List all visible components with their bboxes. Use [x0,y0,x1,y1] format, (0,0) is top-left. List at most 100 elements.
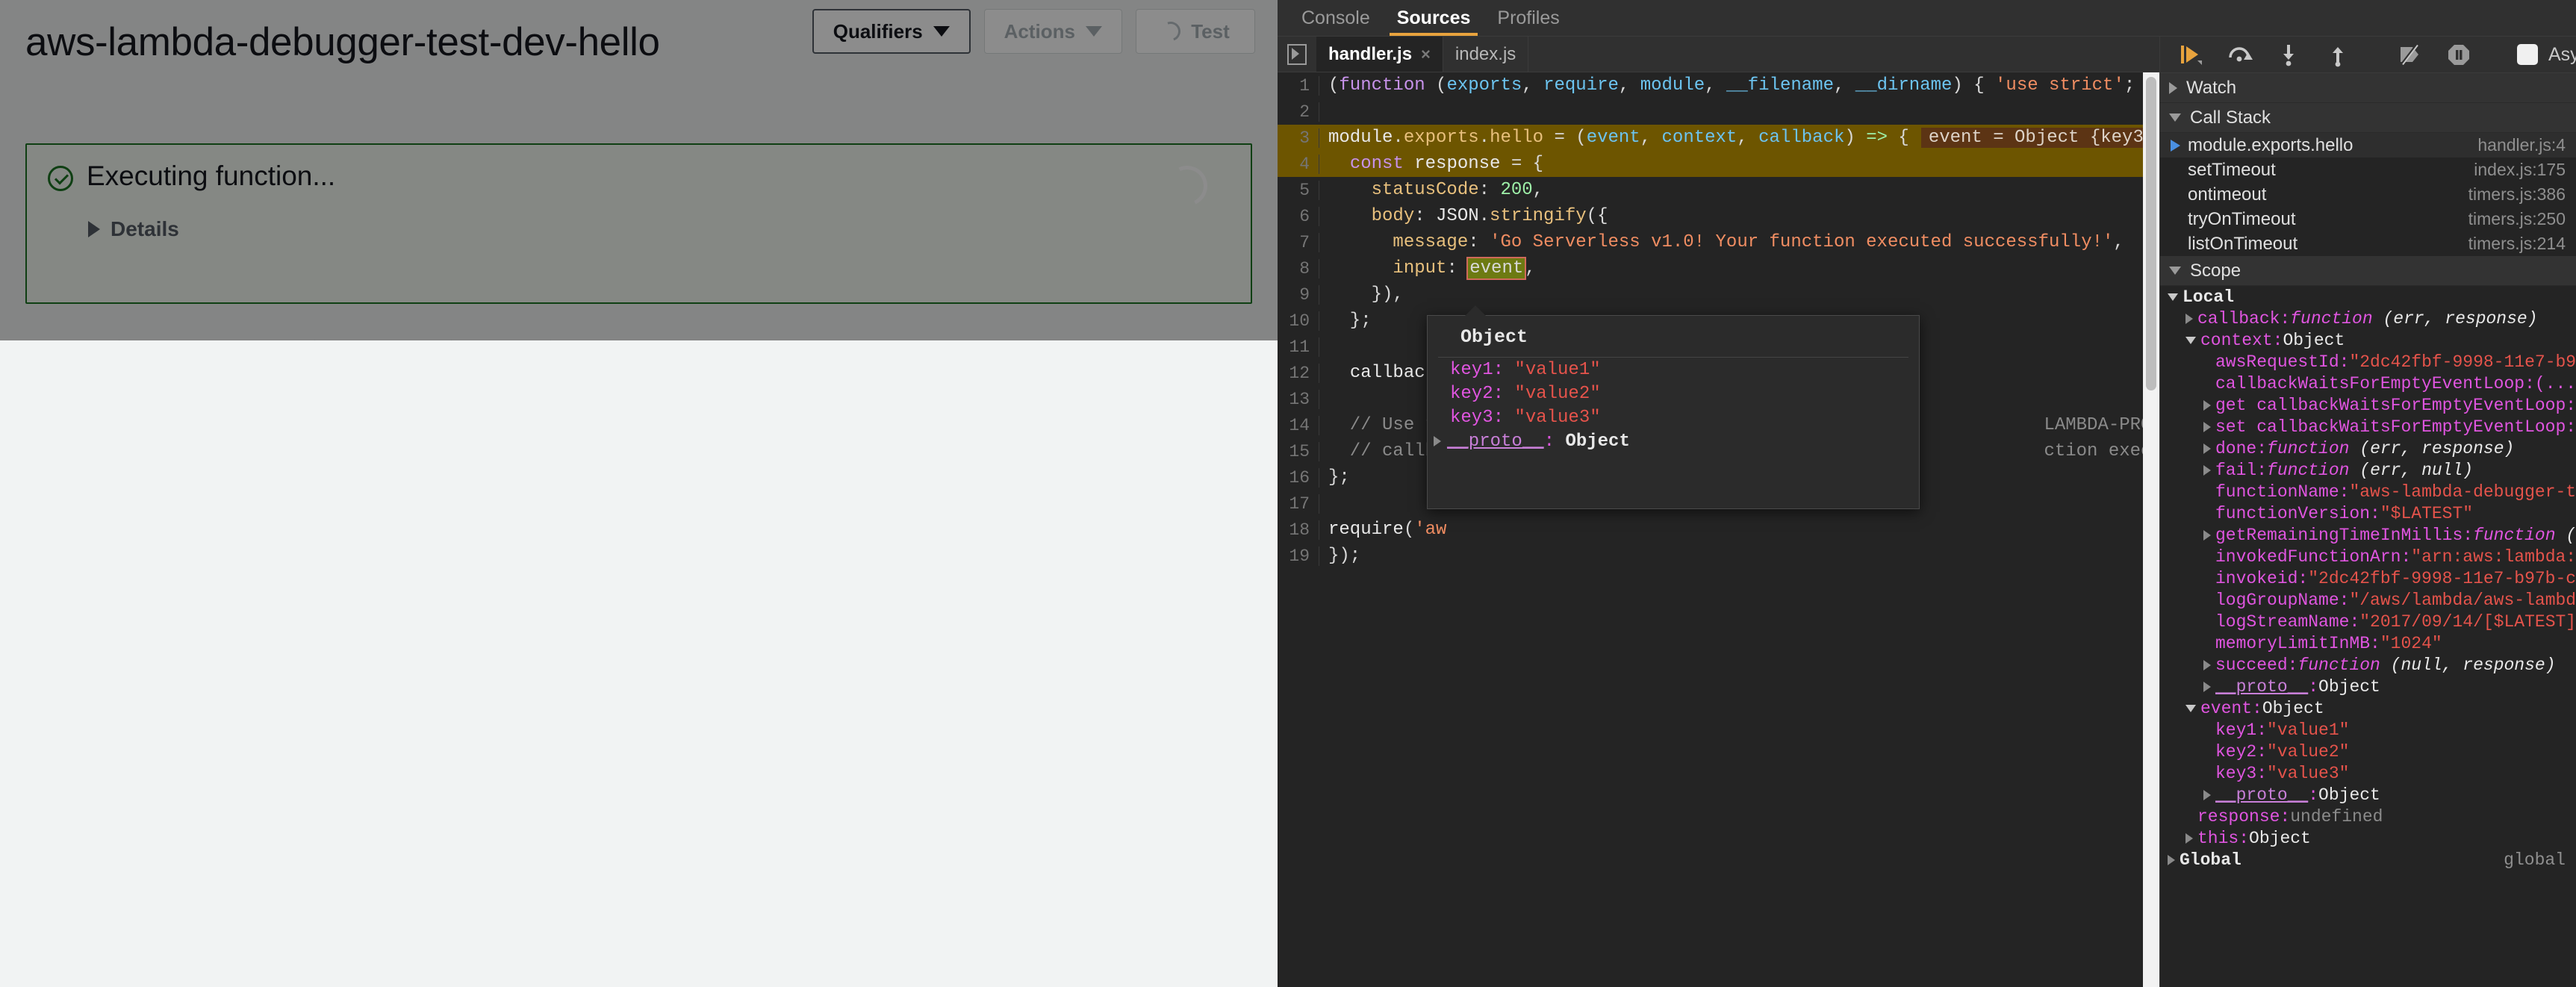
triangle-right-icon[interactable] [2203,659,2211,670]
scope-row[interactable]: get callbackWaitsForEmptyEventLoop: [2160,394,2576,416]
show-navigator-button[interactable] [1278,37,1316,72]
inline-value-hint: event = Object {key3: "va [1920,128,2159,148]
test-button[interactable]: Test [1136,9,1255,54]
details-toggle[interactable]: Details [88,217,1230,241]
scope-row[interactable]: logGroupName: "/aws/lambda/aws-lambd [2160,589,2576,611]
scope-row[interactable]: done: function (err, response) [2160,438,2576,459]
file-tab-index-js[interactable]: index.js [1443,37,1529,72]
scope-row[interactable]: invokedFunctionArn: "arn:aws:lambda: [2160,546,2576,567]
triangle-right-icon[interactable] [2203,464,2211,476]
scope-row[interactable]: getRemainingTimeInMillis: function ( [2160,524,2576,546]
stack-frame-row[interactable]: listOnTimeout timers.js:214 [2160,231,2576,256]
scope-row[interactable]: key1: "value1" [2160,719,2576,741]
scope-row[interactable]: __proto__: Object [2160,784,2576,806]
tab-tags-label: Tags [476,355,526,381]
scope-row[interactable]: functionName: "aws-lambda-debugger-t [2160,481,2576,502]
popover-row: key2: "value2" [1450,383,1601,404]
line-content: }); [1328,546,1361,566]
async-checkbox[interactable]: Async [2517,44,2576,66]
qualifiers-button[interactable]: Qualifiers [812,9,971,54]
scope-row[interactable]: key2: "value2" [2160,741,2576,762]
step-over-icon[interactable] [2226,41,2253,68]
scope-row-name: callbackWaitsForEmptyEventLoop [2215,373,2525,393]
triangle-right-icon[interactable] [2203,681,2211,692]
tab-sources[interactable]: Sources [1384,0,1484,36]
triangle-right-icon[interactable] [2203,443,2211,454]
tab-configuration[interactable]: Configuration [119,340,315,397]
scope-row[interactable]: callback: function (err, response) [2160,308,2576,329]
async-label: Async [2548,43,2576,65]
scope-row[interactable]: this: Object [2160,827,2576,849]
tab-console[interactable]: Console [1288,0,1384,36]
actions-button[interactable]: Actions [983,9,1122,54]
close-icon[interactable]: × [1421,45,1431,64]
deactivate-breakpoints-icon[interactable] [2396,41,2423,68]
triangle-right-icon[interactable] [2168,854,2175,865]
editor-vertical-scrollbar[interactable] [1194,591,1210,987]
scope-row[interactable]: set callbackWaitsForEmptyEventLoop: [2160,416,2576,438]
scope-row[interactable]: context: Object [2160,329,2576,351]
stack-frame-row[interactable]: ontimeout timers.js:386 [2160,182,2576,207]
scope-row-separator: : [2256,720,2268,740]
inline-code-editor[interactable]: 1 'use strict'; 2 3 module.exports.hello =… [69,591,1210,987]
scope-row[interactable]: awsRequestId: "2dc42fbf-9998-11e7-b97 [2160,351,2576,373]
stack-frame-name: listOnTimeout [2188,233,2298,254]
triangle-right-icon[interactable] [2203,421,2211,432]
code-entry-type-value: Edit code inline [75,506,217,529]
scope-row-value: "value2" [2267,741,2350,762]
scope-row[interactable]: Global global [2160,849,2576,871]
hovered-token[interactable]: event [1466,257,1527,280]
triangle-right-icon[interactable] [2203,529,2211,541]
source-code-view[interactable]: 1 (function (exports, require, module, __… [1278,72,2159,987]
tab-monitoring[interactable]: Monitoring [551,340,715,397]
tab-profiles[interactable]: Profiles [1484,0,1572,36]
triangle-right-icon[interactable] [2203,399,2211,411]
scope-row-value: "aws-lambda-debugger-t [2349,482,2576,502]
stack-frame-row[interactable]: tryOnTimeout timers.js:250 [2160,207,2576,231]
source-vertical-scrollbar[interactable] [2143,72,2159,987]
step-into-icon[interactable] [2275,41,2302,68]
tab-code[interactable]: Code [25,340,119,408]
editor-print-margin [1093,591,1094,987]
triangle-down-icon[interactable] [2185,704,2196,712]
triangle-down-icon[interactable] [2185,336,2196,344]
scope-row[interactable]: key3: "value3" [2160,762,2576,784]
success-check-icon [48,166,73,191]
scope-row[interactable]: callbackWaitsForEmptyEventLoop: (... [2160,373,2576,394]
triangle-right-icon [88,220,100,237]
scope-variable-list[interactable]: Local callback: function (err, response) c… [2160,286,2576,987]
triangle-right-icon[interactable] [2203,789,2211,800]
triangle-right-icon[interactable] [2185,832,2193,844]
stack-frame-row[interactable]: module.exports.hello handler.js:4 [2160,133,2576,158]
object-value-popover[interactable]: Object key1: "value1" key2: "value2" key… [1427,305,1920,509]
resume-script-icon[interactable] [2177,41,2203,68]
line-number: 6 [113,734,125,756]
triangle-right-icon[interactable] [2185,313,2193,324]
scope-section-header[interactable]: Scope [2160,256,2576,286]
call-stack-section-header[interactable]: Call Stack [2160,103,2576,133]
code-entry-type-select[interactable]: Edit code inline [56,491,676,545]
scope-row[interactable]: functionVersion: "$LATEST" [2160,502,2576,524]
scope-row[interactable]: __proto__: Object [2160,676,2576,697]
triangle-down-icon[interactable] [2168,293,2178,301]
scope-row[interactable]: Local [2160,286,2576,308]
tab-tags[interactable]: Tags [452,340,551,397]
line-number: 19 [1278,546,1319,566]
scrollbar-thumb[interactable] [2146,77,2156,390]
scope-row[interactable]: succeed: function (null, response) [2160,654,2576,676]
tab-triggers[interactable]: Triggers [315,340,452,397]
popover-proto-row[interactable]: __proto__: Object [1428,429,1919,453]
pause-on-exceptions-icon[interactable] [2445,41,2472,68]
source-line: 2 [1278,99,2159,125]
scope-row[interactable]: fail: function (err, null) [2160,459,2576,481]
scope-row[interactable]: response: undefined [2160,806,2576,827]
scope-row[interactable]: event: Object [2160,697,2576,719]
scope-row[interactable]: logStreamName: "2017/09/14/[$LATEST] [2160,611,2576,632]
file-tab-handler-js[interactable]: handler.js × [1316,37,1443,72]
scope-row[interactable]: memoryLimitInMB: "1024" [2160,632,2576,654]
stack-frame-row[interactable]: setTimeout index.js:175 [2160,158,2576,182]
scope-row[interactable]: invokeid: "2dc42fbf-9998-11e7-b97b-c [2160,567,2576,589]
scope-row-value: undefined [2290,806,2383,826]
step-out-icon[interactable] [2324,41,2351,68]
watch-section-header[interactable]: Watch [2160,73,2576,103]
